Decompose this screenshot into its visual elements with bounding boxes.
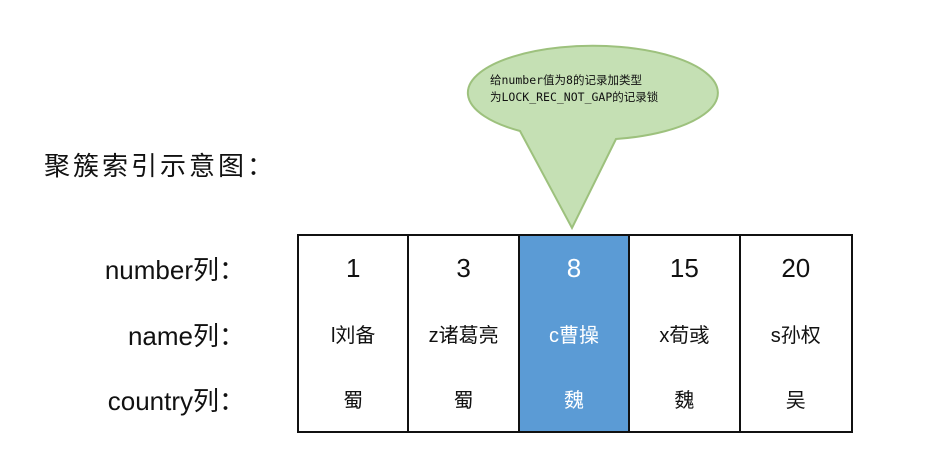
country-cell: 魏 <box>563 390 584 412</box>
name-cell: s孙权 <box>770 325 821 347</box>
callout-line-2: 为LOCK_REC_NOT_GAP的记录锁 <box>490 90 659 104</box>
callout-text: 给number值为8的记录加类型 为LOCK_REC_NOT_GAP的记录锁 <box>490 72 740 106</box>
diagram-title: 聚簇索引示意图： <box>44 152 277 182</box>
name-cell: l刘备 <box>330 325 376 347</box>
number-cell: 1 <box>345 253 361 283</box>
record-column: 15 x荀彧 魏 <box>630 236 741 431</box>
row-label-number: number列： <box>104 255 245 285</box>
country-cell: 蜀 <box>453 390 474 412</box>
number-cell: 8 <box>566 253 582 283</box>
row-label-name: name列： <box>127 321 245 351</box>
number-cell: 3 <box>456 253 471 283</box>
name-cell: x荀彧 <box>659 325 710 347</box>
record-column: 1 l刘备 蜀 <box>299 236 410 431</box>
clustered-index-table: 1 l刘备 蜀 3 z诸葛亮 蜀 8 c曹操 魏 15 x荀彧 魏 20 s孙权… <box>297 234 853 433</box>
country-cell: 蜀 <box>343 390 364 412</box>
row-label-country: country列： <box>107 386 245 416</box>
record-column: 20 s孙权 吴 <box>741 236 851 431</box>
number-cell: 15 <box>669 253 699 283</box>
country-cell: 魏 <box>674 390 695 412</box>
record-column: 3 z诸葛亮 蜀 <box>409 236 520 431</box>
country-cell: 吴 <box>785 390 806 412</box>
callout-line-1: 给number值为8的记录加类型 <box>490 73 642 87</box>
name-cell: c曹操 <box>548 325 599 347</box>
number-cell: 20 <box>781 253 811 283</box>
name-cell: z诸葛亮 <box>428 325 499 347</box>
record-column-highlighted: 8 c曹操 魏 <box>519 236 631 431</box>
